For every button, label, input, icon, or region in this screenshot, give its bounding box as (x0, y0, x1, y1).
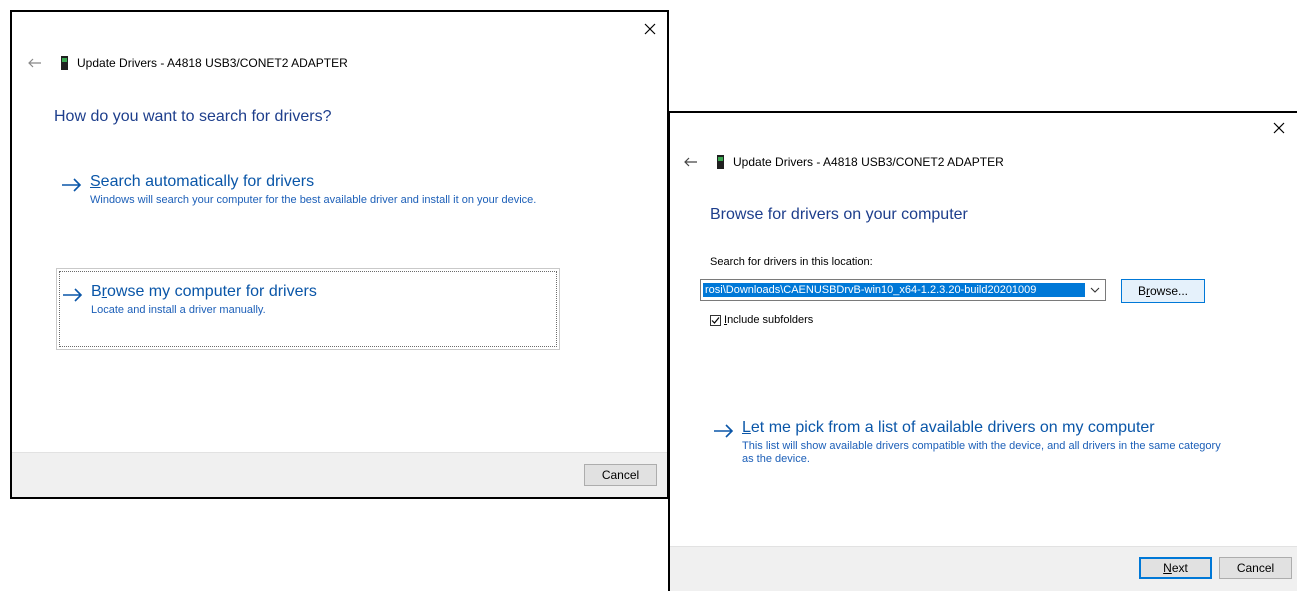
browse-computer-option[interactable]: Browse my computer for drivers Locate an… (56, 268, 560, 350)
arrow-right-icon (714, 424, 734, 438)
back-arrow-icon (684, 157, 697, 167)
browse-button[interactable]: Br owse... (1121, 279, 1205, 303)
device-icon (717, 155, 724, 169)
option-description: Windows will search your computer for th… (90, 194, 537, 206)
dialog-title: Update Drivers - A4818 USB3/CONET2 ADAPT… (77, 56, 348, 70)
dialog-header: Update Drivers - A4818 USB3/CONET2 ADAPT… (22, 53, 348, 73)
back-button[interactable] (678, 152, 704, 172)
option-description: Locate and install a driver manually. (91, 304, 266, 316)
checkmark-icon (711, 316, 720, 324)
include-subfolders-row[interactable]: Include subfolders (710, 314, 813, 326)
option-title: Search automatically for drivers (90, 173, 315, 190)
close-icon (644, 23, 656, 35)
search-automatically-option[interactable]: Search automatically for drivers Windows… (56, 169, 556, 231)
driver-path-input[interactable]: rosi\Downloads\CAENUSBDrvB-win10_x64-1.2… (703, 283, 1086, 297)
cancel-button[interactable]: Cancel (1219, 557, 1292, 579)
option-title: Let me pick from a list of available dri… (742, 419, 1155, 436)
next-button[interactable]: Next (1139, 557, 1212, 579)
dialog-footer: Cancel (12, 452, 667, 497)
dialog-title: Update Drivers - A4818 USB3/CONET2 ADAPT… (733, 155, 1004, 169)
chevron-down-icon (1090, 287, 1100, 293)
back-button[interactable] (22, 53, 48, 73)
include-subfolders-checkbox[interactable] (710, 314, 721, 326)
dropdown-button[interactable] (1085, 287, 1105, 293)
dialog-footer: Next Cancel (670, 546, 1297, 591)
dialog-header: Update Drivers - A4818 USB3/CONET2 ADAPT… (678, 152, 1004, 172)
driver-path-combobox[interactable]: rosi\Downloads\CAENUSBDrvB-win10_x64-1.2… (700, 279, 1106, 301)
arrow-right-icon (62, 178, 82, 192)
include-subfolders-label: Include subfolders (724, 314, 814, 326)
update-drivers-dialog-browse: Update Drivers - A4818 USB3/CONET2 ADAPT… (668, 111, 1297, 591)
pick-from-list-option[interactable]: Let me pick from a list of available dri… (712, 419, 1232, 479)
close-button[interactable] (1262, 113, 1296, 143)
close-button[interactable] (633, 14, 667, 44)
page-heading: How do you want to search for drivers? (54, 108, 332, 125)
back-arrow-icon (28, 58, 41, 68)
device-icon (61, 56, 68, 70)
option-description: This list will show available drivers co… (742, 440, 1221, 465)
close-icon (1273, 122, 1285, 134)
option-title: Browse my computer for drivers (91, 283, 317, 300)
arrow-right-icon (63, 288, 83, 302)
page-heading: Browse for drivers on your computer (710, 206, 968, 223)
update-drivers-dialog-search: Update Drivers - A4818 USB3/CONET2 ADAPT… (10, 10, 669, 499)
cancel-button[interactable]: Cancel (584, 464, 657, 486)
location-label: Search for drivers in this location: (710, 256, 873, 268)
